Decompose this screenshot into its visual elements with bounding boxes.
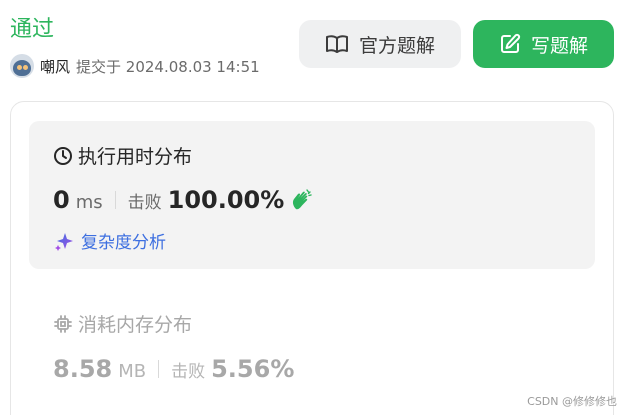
memory-beat-label: 击败 <box>171 362 206 382</box>
complexity-analysis-link[interactable]: 复杂度分析 <box>53 228 166 253</box>
runtime-title: 执行用时分布 <box>53 142 192 169</box>
submission-page: 通过 嘲风 提交于 2024.08.03 14:51 官方题解 写题解 执行用时… <box>0 0 623 415</box>
edit-icon <box>500 33 521 53</box>
runtime-beat-pct: 100.00% <box>167 186 285 214</box>
clap-icon <box>293 189 312 210</box>
runtime-unit: ms <box>75 192 103 213</box>
watermark: CSDN @修修修也 <box>527 395 617 408</box>
write-solution-button[interactable]: 写题解 <box>473 20 614 68</box>
sparkle-icon <box>55 232 73 251</box>
username[interactable]: 嘲风 <box>40 56 70 77</box>
clock-icon <box>54 146 72 165</box>
memory-stats: 8.58 MB 击败 5.56% <box>53 355 294 383</box>
memory-unit: MB <box>118 361 147 382</box>
official-solution-label: 官方题解 <box>358 34 435 57</box>
official-solution-button[interactable]: 官方题解 <box>299 20 461 68</box>
runtime-stats: 0 ms 击败 100.00% <box>53 186 313 214</box>
memory-value: 8.58 <box>53 355 113 383</box>
chip-icon <box>54 314 72 333</box>
book-icon <box>325 35 348 53</box>
avatar[interactable] <box>10 54 34 78</box>
complexity-analysis-label: 复杂度分析 <box>81 233 166 253</box>
runtime-beat-label: 击败 <box>127 193 162 213</box>
submission-meta: 嘲风 提交于 2024.08.03 14:51 <box>10 53 260 79</box>
memory-title[interactable]: 消耗内存分布 <box>53 310 192 337</box>
runtime-title-label: 执行用时分布 <box>78 146 193 168</box>
memory-beat-pct: 5.56% <box>211 355 295 383</box>
memory-title-label: 消耗内存分布 <box>78 314 193 336</box>
submitted-time: 提交于 2024.08.03 14:51 <box>76 57 260 76</box>
runtime-value: 0 <box>53 186 70 214</box>
divider <box>158 360 160 378</box>
status-accepted: 通过 <box>10 17 55 42</box>
write-solution-label: 写题解 <box>530 34 588 57</box>
divider <box>114 191 116 209</box>
